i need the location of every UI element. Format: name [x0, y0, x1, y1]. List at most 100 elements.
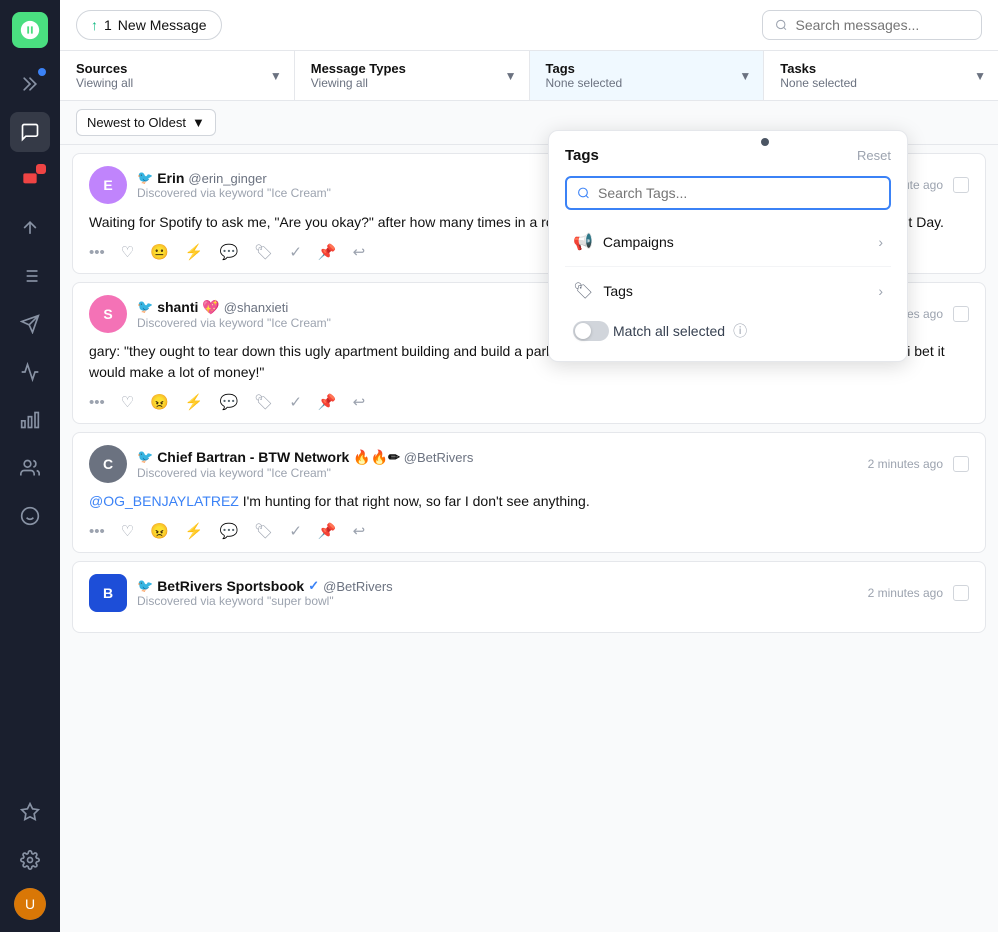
filter-tags[interactable]: Tags None selected ▼: [530, 51, 765, 100]
check-icon[interactable]: ✓: [289, 243, 302, 261]
check-icon[interactable]: ✓: [289, 522, 302, 540]
tags-search-icon: [577, 186, 590, 200]
sort-arrow-icon: ▼: [192, 115, 205, 130]
filter-message-types[interactable]: Message Types Viewing all ▼: [295, 51, 530, 100]
compose-badge: [38, 68, 46, 76]
check-icon[interactable]: ✓: [289, 393, 302, 411]
sidebar-item-integrations[interactable]: [10, 496, 50, 536]
filter-tags-arrow: ▼: [739, 69, 751, 83]
match-row: Match all selected ⓘ: [565, 311, 891, 345]
message-body: @OG_BENJAYLATREZ I'm hunting for that ri…: [89, 491, 969, 512]
avatar: E: [89, 166, 127, 204]
twitter-handle: @erin_ginger: [188, 171, 266, 186]
sidebar-item-send[interactable]: [10, 304, 50, 344]
like-icon[interactable]: ♡: [121, 393, 134, 411]
mention-link[interactable]: @OG_BENJAYLATREZ: [89, 493, 239, 509]
filter-sources-arrow: ▼: [270, 69, 282, 83]
tags-option-tags[interactable]: 🏷 Tags ›: [565, 271, 891, 311]
avatar: S: [89, 295, 127, 333]
new-message-button[interactable]: ↑ 1 New Message: [76, 10, 222, 40]
sidebar-item-star[interactable]: [10, 792, 50, 832]
retweet-icon[interactable]: ↩: [353, 522, 366, 540]
sidebar-item-people[interactable]: [10, 448, 50, 488]
sidebar-item-pin[interactable]: [10, 208, 50, 248]
match-toggle[interactable]: [573, 321, 609, 341]
boost-icon[interactable]: ⚡: [185, 522, 204, 540]
filter-sources-label: Sources: [76, 61, 278, 76]
message-checkbox[interactable]: [953, 585, 969, 601]
new-message-count: 1: [104, 17, 112, 33]
username-display: shanti 💖: [157, 299, 220, 316]
twitter-icon: 🐦: [137, 299, 153, 315]
message-actions: ••• ♡ 😠 ⚡ 💬 🏷 ✓ 📌 ↩: [89, 522, 969, 540]
tags-search-input[interactable]: [598, 185, 879, 201]
sidebar-logo: [12, 12, 48, 48]
message-checkbox[interactable]: [953, 177, 969, 193]
sidebar-item-settings[interactable]: [10, 840, 50, 880]
tags-option-tags-label: Tags: [603, 283, 633, 299]
sort-button[interactable]: Newest to Oldest ▼: [76, 109, 216, 136]
tags-arrow-icon: ›: [878, 283, 883, 299]
user-avatar[interactable]: U: [14, 888, 46, 920]
message-card: C 🐦 Chief Bartran - BTW Network 🔥🔥✏ @Bet…: [72, 432, 986, 553]
twitter-icon: 🐦: [137, 449, 153, 465]
emoji-icon[interactable]: 😠: [150, 522, 169, 540]
reply-icon[interactable]: 💬: [220, 522, 239, 540]
more-icon[interactable]: •••: [89, 244, 105, 261]
message-checkbox[interactable]: [953, 306, 969, 322]
twitter-handle: @BetRivers: [323, 579, 393, 594]
discovered-label: Discovered via keyword "Ice Cream": [137, 466, 858, 480]
like-icon[interactable]: ♡: [121, 522, 134, 540]
filter-tasks[interactable]: Tasks None selected ▼: [764, 51, 998, 100]
message-checkbox[interactable]: [953, 456, 969, 472]
sidebar-item-tasks[interactable]: [10, 256, 50, 296]
user-info: 🐦 BetRivers Sportsbook ✓ @BetRivers Disc…: [137, 578, 858, 608]
tag-icon[interactable]: 🏷: [254, 393, 273, 411]
tag-icon[interactable]: 🏷: [254, 522, 273, 540]
tags-dropdown-header: Tags Reset: [565, 147, 891, 164]
twitter-icon: 🐦: [137, 578, 153, 594]
reply-icon[interactable]: 💬: [220, 393, 239, 411]
timestamp: 2 minutes ago: [868, 586, 943, 600]
sidebar-item-reports[interactable]: [10, 400, 50, 440]
tags-reset-button[interactable]: Reset: [857, 148, 891, 163]
boost-icon[interactable]: ⚡: [185, 393, 204, 411]
boost-icon[interactable]: ⚡: [185, 243, 204, 261]
filter-types-label: Message Types: [311, 61, 513, 76]
tags-dropdown-title: Tags: [565, 147, 599, 164]
filter-tags-value: None selected: [546, 76, 748, 90]
more-icon[interactable]: •••: [89, 394, 105, 411]
pin-icon[interactable]: 📌: [318, 393, 337, 411]
search-input[interactable]: [796, 17, 969, 33]
emoji-icon[interactable]: 😠: [150, 393, 169, 411]
reply-icon[interactable]: 💬: [220, 243, 239, 261]
message-actions: ••• ♡ 😠 ⚡ 💬 🏷 ✓ 📌 ↩: [89, 393, 969, 411]
retweet-icon[interactable]: ↩: [353, 243, 366, 261]
match-label: Match all selected: [613, 323, 725, 339]
like-icon[interactable]: ♡: [121, 243, 134, 261]
twitter-icon: 🐦: [137, 170, 153, 186]
emoji-icon[interactable]: 😐: [150, 243, 169, 261]
filter-tasks-label: Tasks: [780, 61, 982, 76]
sidebar-item-messages[interactable]: [10, 112, 50, 152]
sidebar-item-compose[interactable]: [10, 64, 50, 104]
svg-text:U: U: [25, 896, 35, 912]
filter-tags-label: Tags: [546, 61, 748, 76]
tag-icon[interactable]: 🏷: [254, 243, 273, 261]
message-body-text: I'm hunting for that right now, so far I…: [243, 493, 590, 509]
tags-option-tags-left: 🏷 Tags: [573, 281, 633, 301]
filter-types-arrow: ▼: [505, 69, 517, 83]
divider: [565, 266, 891, 267]
pin-icon[interactable]: 📌: [318, 243, 337, 261]
more-icon[interactable]: •••: [89, 523, 105, 540]
sidebar-item-notifications[interactable]: [10, 160, 50, 200]
discovered-label: Discovered via keyword "super bowl": [137, 594, 858, 608]
filter-sources[interactable]: Sources Viewing all ▼: [60, 51, 295, 100]
pin-icon[interactable]: 📌: [318, 522, 337, 540]
sidebar-item-analytics[interactable]: [10, 352, 50, 392]
timestamp: 2 minutes ago: [868, 457, 943, 471]
campaigns-arrow-icon: ›: [878, 234, 883, 250]
tags-option-campaigns[interactable]: 📢 Campaigns ›: [565, 222, 891, 262]
search-icon: [775, 18, 788, 32]
retweet-icon[interactable]: ↩: [353, 393, 366, 411]
